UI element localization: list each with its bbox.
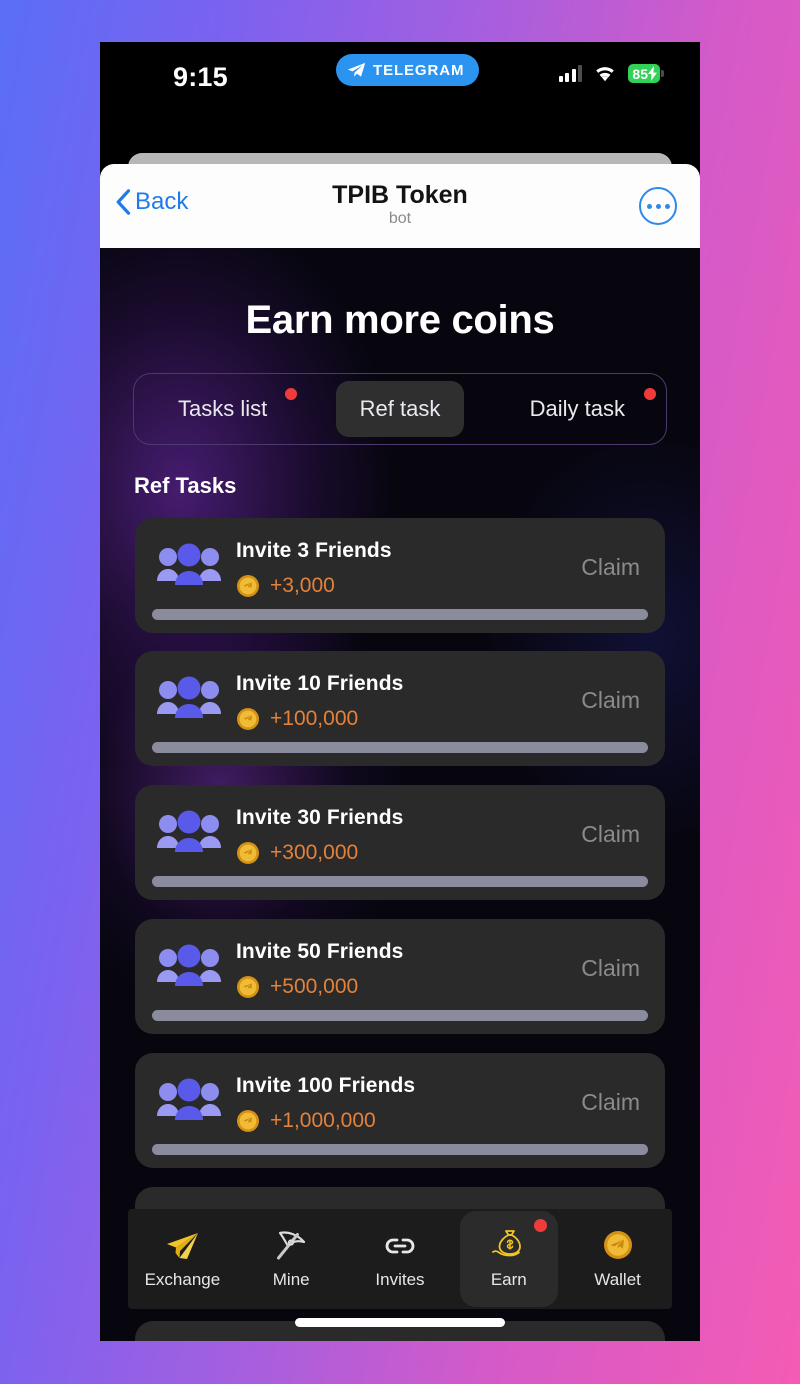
tab-ref-task[interactable]: Ref task [311, 374, 488, 444]
task-reward: +500,000 [236, 975, 358, 999]
task-title: Invite 50 Friends [236, 940, 404, 963]
task-card[interactable]: Invite 50 Friends +500,000 Claim [135, 919, 665, 1034]
people-group-icon [157, 944, 221, 986]
claim-button[interactable]: Claim [581, 554, 640, 581]
tab-ref-task-label: Ref task [359, 396, 441, 421]
nav-item-invites[interactable]: Invites [346, 1209, 455, 1309]
nav-header: Back TPIB Token bot [100, 164, 700, 248]
section-title: Ref Tasks [134, 473, 237, 498]
dot [646, 203, 652, 209]
task-title: Invite 3 Friends [236, 539, 392, 562]
battery-icon: 85 [628, 64, 664, 83]
more-options-button[interactable] [639, 187, 677, 225]
pickaxe-icon [277, 1230, 306, 1259]
nav-item-mine-label: Mine [272, 1269, 310, 1289]
coin-icon [237, 575, 259, 597]
charging-bolt-icon [648, 66, 657, 81]
dot [664, 203, 670, 209]
claim-button[interactable]: Claim [581, 1089, 640, 1116]
page-title: TPIB Token [332, 181, 468, 209]
status-bar: 9:15 TELEGRAM 85 [100, 42, 700, 118]
tab-tasks-list-label: Tasks list [178, 396, 268, 421]
tab-badge-dot [643, 388, 656, 400]
nav-item-earn[interactable]: Earn [454, 1209, 563, 1309]
claim-button[interactable]: Claim [581, 821, 640, 848]
task-card[interactable]: Invite 30 Friends +300,000 Claim [135, 785, 665, 900]
people-group-icon [157, 810, 221, 852]
nav-item-exchange[interactable]: Exchange [128, 1209, 237, 1309]
people-group-icon [157, 676, 221, 718]
task-title: Invite 100 Friends [236, 1074, 416, 1097]
task-reward: +300,000 [236, 841, 358, 865]
task-amount: +300,000 [270, 841, 359, 864]
task-progress-bar [152, 1144, 648, 1155]
task-tab-bar: Tasks list Ref task Daily task [133, 373, 667, 445]
coin-icon [237, 1110, 259, 1132]
tab-badge-dot [285, 388, 297, 400]
people-group-icon [157, 543, 221, 585]
task-progress-bar [152, 742, 648, 753]
money-bag-icon [491, 1229, 521, 1256]
dot [655, 203, 661, 209]
task-progress-bar [152, 876, 648, 887]
people-group-icon [157, 1078, 221, 1120]
task-progress-bar [152, 1010, 648, 1021]
task-card[interactable]: Invite 3 Friends +3,000 Claim [135, 518, 665, 633]
task-title: Invite 10 Friends [236, 672, 404, 695]
telegram-badge: TELEGRAM [336, 54, 480, 86]
coin-icon [237, 708, 259, 730]
home-indicator [295, 1318, 505, 1327]
task-amount: +1,000,000 [270, 1109, 376, 1132]
nav-item-mine[interactable]: Mine [237, 1209, 346, 1309]
wifi-icon [596, 66, 615, 81]
phone-frame: 9:15 TELEGRAM 85 Back TPIB Token bot Ear… [100, 42, 700, 1341]
earn-heading: Earn more coins [245, 298, 555, 342]
task-card[interactable]: Invite 10 Friends +100,000 Claim [135, 651, 665, 766]
task-reward: +1,000,000 [236, 1109, 376, 1133]
task-amount: +100,000 [270, 707, 359, 730]
battery-percent: 85 [632, 65, 648, 82]
claim-button[interactable]: Claim [581, 687, 640, 714]
paper-plane-icon [347, 62, 366, 77]
nav-item-wallet-label: Wallet [594, 1269, 641, 1289]
paper-plane-icon [167, 1232, 199, 1259]
claim-button[interactable]: Claim [581, 955, 640, 982]
task-amount: +3,000 [270, 574, 335, 597]
link-icon [385, 1238, 415, 1253]
status-clock: 9:15 [173, 62, 228, 92]
task-reward: +100,000 [236, 707, 358, 731]
telegram-badge-label: TELEGRAM [373, 61, 465, 79]
nav-item-wallet[interactable]: Wallet [563, 1209, 672, 1309]
task-card[interactable]: Invite 100 Friends +1,000,000 Claim [135, 1053, 665, 1168]
bottom-navigation: Exchange Mine Invites Earn Wallet [128, 1209, 672, 1309]
coin-icon [237, 842, 259, 864]
coin-icon [603, 1230, 632, 1259]
task-amount: +500,000 [270, 975, 359, 998]
nav-title-block: TPIB Token bot [100, 182, 700, 228]
status-icons: 85 [558, 64, 664, 83]
tab-daily-task-label: Daily task [529, 396, 625, 421]
app-content: Earn more coins Tasks list Ref task Dail… [100, 248, 700, 1341]
task-reward: +3,000 [236, 574, 335, 598]
nav-item-earn-label: Earn [490, 1269, 527, 1289]
coin-icon [237, 976, 259, 998]
page-subtitle: bot [388, 210, 412, 228]
tab-tasks-list[interactable]: Tasks list [134, 374, 311, 444]
task-title: Invite 30 Friends [236, 806, 404, 829]
tab-daily-task[interactable]: Daily task [489, 374, 666, 444]
nav-item-exchange-label: Exchange [144, 1269, 221, 1289]
signal-icon [558, 65, 583, 82]
task-progress-bar [152, 609, 648, 620]
nav-item-invites-label: Invites [375, 1269, 425, 1289]
